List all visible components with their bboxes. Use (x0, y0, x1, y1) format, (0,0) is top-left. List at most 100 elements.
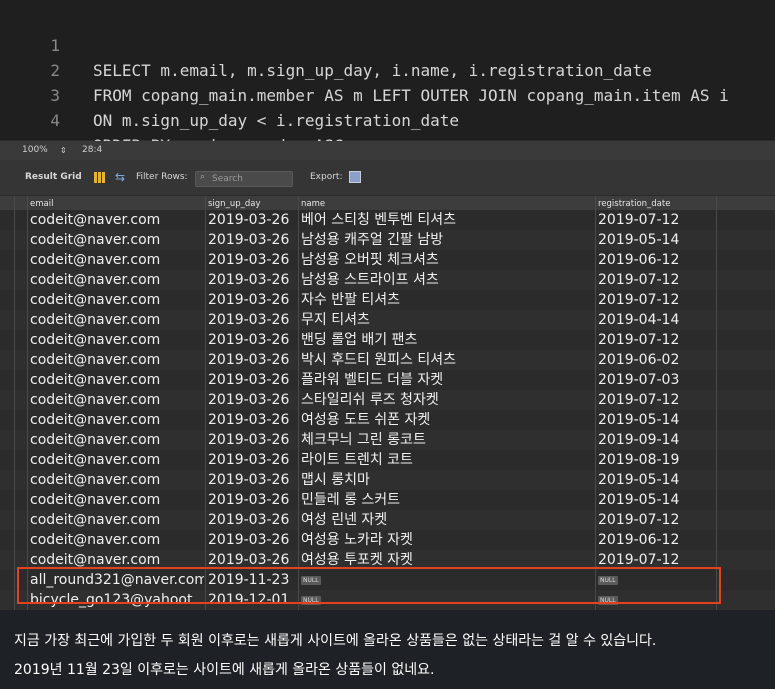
sql-editor[interactable]: 1 SELECT m.email, m.sign_up_day, i.name,… (0, 0, 775, 155)
table-row[interactable]: codeit@naver.com 2019-03-26 여성 린넨 자켓 2019-0… (0, 510, 775, 530)
table-row[interactable]: codeit@naver.com 2019-03-26 체크무늬 그린 롱코트 201… (0, 430, 775, 450)
cell-registration-date[interactable]: 2019-07-12 (598, 210, 713, 230)
cell-name[interactable]: 여성용 노카라 자켓 (301, 530, 593, 550)
cell-sign-up-day[interactable]: 2019-03-26 (208, 470, 298, 490)
cell-name[interactable]: 박시 후드티 원피스 티셔츠 (301, 350, 593, 370)
cell-registration-date[interactable]: 2019-06-12 (598, 250, 713, 270)
cell-sign-up-day[interactable]: 2019-03-26 (208, 310, 298, 330)
cell-email[interactable]: codeit@naver.com (30, 230, 204, 250)
cell-email[interactable]: codeit@naver.com (30, 350, 204, 370)
cell-registration-date[interactable]: 2019-04-14 (598, 310, 713, 330)
refresh-icon[interactable]: ⇆ (115, 160, 125, 195)
cell-registration-date[interactable]: 2019-09-14 (598, 430, 713, 450)
zoom-stepper-icon[interactable]: ⇕ (60, 141, 67, 160)
result-toolbar: Result Grid ⇆ Filter Rows: Search ⌕ Expo… (0, 160, 775, 195)
cell-name[interactable]: 무지 티셔츠 (301, 310, 593, 330)
cell-email[interactable]: codeit@naver.com (30, 510, 204, 530)
workbench-window: 1 SELECT m.email, m.sign_up_day, i.name,… (0, 0, 775, 610)
cell-name[interactable]: 민들레 롱 스커트 (301, 490, 593, 510)
cell-sign-up-day[interactable]: 2019-03-26 (208, 530, 298, 550)
cell-sign-up-day[interactable]: 2019-03-26 (208, 250, 298, 270)
cell-sign-up-day[interactable]: 2019-03-26 (208, 230, 298, 250)
cell-email[interactable]: codeit@naver.com (30, 310, 204, 330)
cell-email[interactable]: codeit@naver.com (30, 250, 204, 270)
cell-name[interactable]: 여성 린넨 자켓 (301, 510, 593, 530)
cell-sign-up-day[interactable]: 2019-03-26 (208, 350, 298, 370)
cell-registration-date[interactable]: 2019-08-19 (598, 450, 713, 470)
table-row[interactable]: codeit@naver.com 2019-03-26 라이트 트렌치 코트 2019… (0, 450, 775, 470)
cell-name[interactable]: 자수 반팔 티셔츠 (301, 290, 593, 310)
cell-registration-date[interactable]: 2019-07-12 (598, 390, 713, 410)
cell-email[interactable]: codeit@naver.com (30, 470, 204, 490)
code-text: FROM copang_main.member AS m LEFT OUTER … (93, 86, 729, 105)
caption-line-1: 지금 가장 최근에 가입한 두 회원 이후로는 새롭게 사이트에 올라온 상품들… (14, 633, 657, 649)
cell-registration-date[interactable]: 2019-05-14 (598, 490, 713, 510)
code-line: 2 FROM copang_main.member AS m LEFT OUTE… (0, 33, 728, 105)
cell-email[interactable]: codeit@naver.com (30, 450, 204, 470)
cell-registration-date[interactable]: 2019-05-14 (598, 470, 713, 490)
cell-email[interactable]: codeit@naver.com (30, 290, 204, 310)
zoom-level[interactable]: 100% (22, 141, 48, 160)
table-row[interactable]: codeit@naver.com 2019-03-26 밴딩 롤업 배기 팬츠 201… (0, 330, 775, 350)
cell-sign-up-day[interactable]: 2019-03-26 (208, 330, 298, 350)
cell-sign-up-day[interactable]: 2019-03-26 (208, 490, 298, 510)
cell-name[interactable]: 라이트 트렌치 코트 (301, 450, 593, 470)
cell-name[interactable]: 베어 스티칭 벤투벤 티셔츠 (301, 210, 593, 230)
cell-name[interactable]: 밴딩 롤업 배기 팬츠 (301, 330, 593, 350)
cell-email[interactable]: codeit@naver.com (30, 210, 204, 230)
table-row[interactable]: codeit@naver.com 2019-03-26 남성용 스트라이프 셔츠 20… (0, 270, 775, 290)
cell-registration-date[interactable]: 2019-05-14 (598, 410, 713, 430)
cell-registration-date[interactable]: 2019-07-12 (598, 270, 713, 290)
cell-email[interactable]: codeit@naver.com (30, 270, 204, 290)
cell-name[interactable]: 남성용 스트라이프 셔츠 (301, 270, 593, 290)
table-row[interactable]: codeit@naver.com 2019-03-26 남성용 오버핏 체크셔츠 20… (0, 250, 775, 270)
table-row[interactable]: codeit@naver.com 2019-03-26 베어 스티칭 벤투벤 티셔츠… (0, 210, 775, 230)
cell-sign-up-day[interactable]: 2019-03-26 (208, 450, 298, 470)
table-row[interactable]: codeit@naver.com 2019-03-26 여성용 노카라 자켓 2019… (0, 530, 775, 550)
cell-registration-date[interactable]: 2019-05-14 (598, 230, 713, 250)
cell-registration-date[interactable]: 2019-07-03 (598, 370, 713, 390)
cell-name[interactable]: 여성용 도트 쉬폰 자켓 (301, 410, 593, 430)
cell-sign-up-day[interactable]: 2019-03-26 (208, 430, 298, 450)
result-grid[interactable]: codeit@naver.com 2019-03-26 베어 스티칭 벤투벤 티셔츠… (0, 210, 775, 610)
cell-registration-date[interactable]: 2019-06-02 (598, 350, 713, 370)
cell-email[interactable]: codeit@naver.com (30, 370, 204, 390)
cell-sign-up-day[interactable]: 2019-03-26 (208, 210, 298, 230)
cell-sign-up-day[interactable]: 2019-03-26 (208, 390, 298, 410)
table-row[interactable]: codeit@naver.com 2019-03-26 플라워 벨티드 더블 자켓 2… (0, 370, 775, 390)
cell-name[interactable]: 체크무늬 그린 롱코트 (301, 430, 593, 450)
cell-email[interactable]: codeit@naver.com (30, 410, 204, 430)
cell-sign-up-day[interactable]: 2019-03-26 (208, 510, 298, 530)
table-row[interactable]: codeit@naver.com 2019-03-26 여성용 도트 쉬폰 자켓 20… (0, 410, 775, 430)
table-row[interactable]: codeit@naver.com 2019-03-26 맵시 롱치마 2019-05-… (0, 470, 775, 490)
grid-view-icon[interactable] (94, 172, 105, 183)
cell-name[interactable]: 플라워 벨티드 더블 자켓 (301, 370, 593, 390)
table-row[interactable]: codeit@naver.com 2019-03-26 무지 티셔츠 2019-04-… (0, 310, 775, 330)
export-icon[interactable] (349, 171, 361, 183)
table-row[interactable]: codeit@naver.com 2019-03-26 자수 반팔 티셔츠 2019-… (0, 290, 775, 310)
cell-email[interactable]: codeit@naver.com (30, 530, 204, 550)
cell-registration-date[interactable]: 2019-07-12 (598, 330, 713, 350)
table-row[interactable]: codeit@naver.com 2019-03-26 민들레 롱 스커트 2019-… (0, 490, 775, 510)
cell-email[interactable]: codeit@naver.com (30, 330, 204, 350)
cell-sign-up-day[interactable]: 2019-03-26 (208, 410, 298, 430)
table-row[interactable]: codeit@naver.com 2019-03-26 스타일리쉬 루즈 청자켓 20… (0, 390, 775, 410)
caption-line-2: 2019년 11월 23일 이후로는 사이트에 새롭게 올라온 상품들이 없네요… (14, 662, 435, 678)
cell-sign-up-day[interactable]: 2019-03-26 (208, 370, 298, 390)
cell-email[interactable]: codeit@naver.com (30, 490, 204, 510)
search-input[interactable]: Search (195, 171, 293, 187)
cell-sign-up-day[interactable]: 2019-03-26 (208, 290, 298, 310)
cell-email[interactable]: codeit@naver.com (30, 390, 204, 410)
table-row[interactable]: codeit@naver.com 2019-03-26 남성용 캐주얼 긴팔 남방 2… (0, 230, 775, 250)
cell-registration-date[interactable]: 2019-07-12 (598, 290, 713, 310)
cell-name[interactable]: 남성용 캐주얼 긴팔 남방 (301, 230, 593, 250)
result-grid-tab[interactable]: Result Grid (25, 160, 82, 195)
cell-name[interactable]: 남성용 오버핏 체크셔츠 (301, 250, 593, 270)
cell-registration-date[interactable]: 2019-07-12 (598, 510, 713, 530)
cell-registration-date[interactable]: 2019-06-12 (598, 530, 713, 550)
table-row[interactable]: codeit@naver.com 2019-03-26 박시 후드티 원피스 티셔츠… (0, 350, 775, 370)
cell-email[interactable]: codeit@naver.com (30, 430, 204, 450)
cell-name[interactable]: 스타일리쉬 루즈 청자켓 (301, 390, 593, 410)
cell-name[interactable]: 맵시 롱치마 (301, 470, 593, 490)
cell-sign-up-day[interactable]: 2019-03-26 (208, 270, 298, 290)
